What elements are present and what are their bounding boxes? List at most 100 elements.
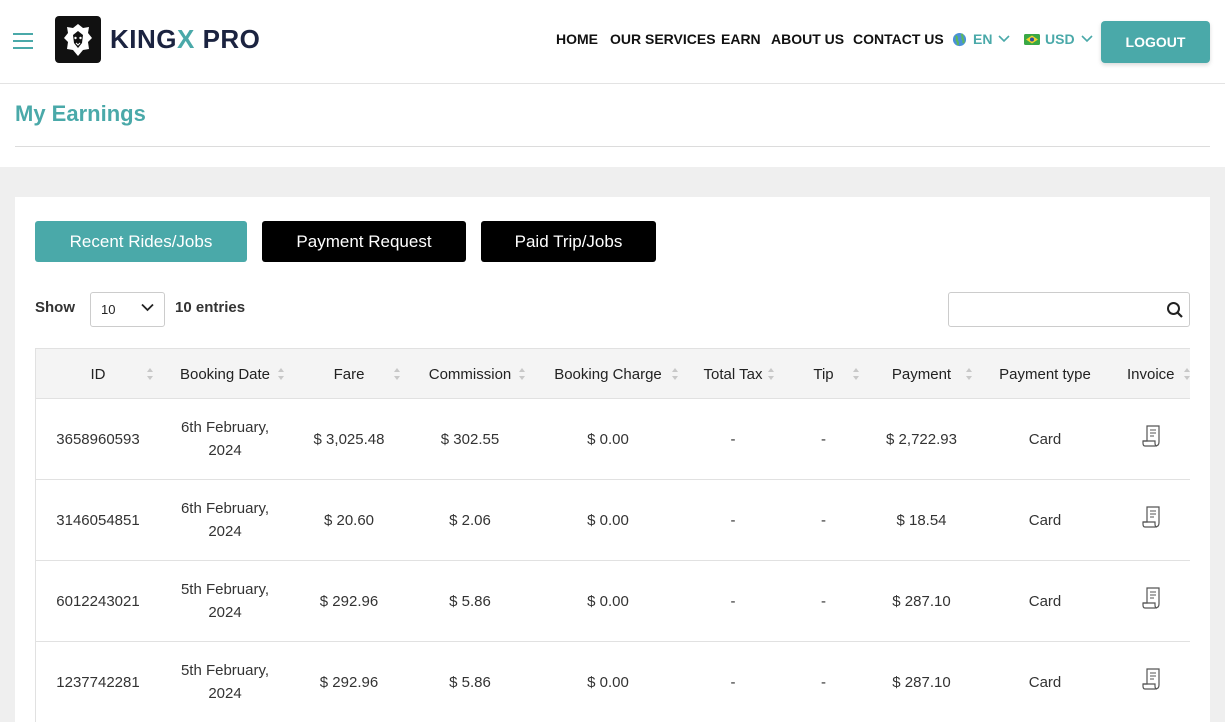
logout-button[interactable]: LOGOUT (1101, 21, 1210, 63)
column-header-label: Fare (333, 365, 365, 383)
table-row: 1237742281 5th February, 2024 $ 292.96 $… (35, 642, 1190, 722)
cell-booking-charge: $ 0.00 (587, 430, 629, 448)
cell-booking-charge: $ 0.00 (587, 673, 629, 691)
entries-select-value: 10 (101, 302, 116, 317)
entries-label: 10 entries (175, 299, 246, 316)
nav-contact-us[interactable]: CONTACT US (853, 31, 944, 47)
sort-icon (853, 368, 859, 380)
sort-icon (394, 368, 400, 380)
column-header-label: Tip (813, 365, 834, 383)
column-header-payment[interactable]: Payment (865, 349, 978, 399)
language-selector[interactable]: EN (952, 31, 1011, 47)
cell-payment: $ 2,722.93 (886, 430, 957, 448)
currency-selector[interactable]: USD (1024, 31, 1093, 47)
top-header: KINGX PRO HOME OUR SERVICES EARN ABOUT U… (0, 0, 1225, 84)
cell-tip: - (821, 430, 826, 448)
column-header-payment-type[interactable]: Payment type (978, 349, 1112, 399)
sort-icon (1184, 368, 1190, 380)
sort-icon (147, 368, 153, 380)
column-header-booking-charge[interactable]: Booking Charge (532, 349, 684, 399)
cell-invoice (1112, 642, 1191, 722)
search-input[interactable] (948, 292, 1190, 327)
invoice-icon[interactable] (1141, 668, 1162, 690)
booking-date-line1: 6th February, (180, 419, 270, 436)
booking-date-line1: 6th February, (180, 500, 270, 517)
cell-booking-date: 5th February, 2024 (160, 642, 290, 722)
table-row: 3658960593 6th February, 2024 $ 3,025.48… (35, 399, 1190, 480)
cell-id: 3658960593 (56, 430, 140, 448)
search-icon[interactable] (1166, 301, 1184, 319)
cell-id: 1237742281 (56, 673, 140, 691)
chevron-down-icon (1080, 35, 1093, 43)
column-header-label: Booking Date (179, 365, 271, 383)
table-row: 6012243021 5th February, 2024 $ 292.96 $… (35, 561, 1190, 642)
cell-commission: $ 302.55 (440, 430, 500, 448)
chevron-down-icon (998, 35, 1011, 43)
main-nav: HOME OUR SERVICES EARN ABOUT US CONTACT … (0, 31, 1225, 51)
column-header-label: Payment (891, 365, 952, 383)
booking-date-line1: 5th February, (180, 581, 270, 598)
nav-about-us[interactable]: ABOUT US (771, 31, 844, 47)
cell-tip: - (821, 673, 826, 691)
booking-date-line2: 2024 (208, 442, 242, 459)
chevron-down-icon (141, 303, 154, 312)
invoice-icon[interactable] (1141, 506, 1162, 528)
cell-invoice (1112, 399, 1191, 479)
cell-booking-charge: $ 0.00 (587, 511, 629, 529)
divider (15, 146, 1210, 147)
cell-id: 6012243021 (56, 592, 140, 610)
sort-icon (278, 368, 284, 380)
cell-payment-type: Card (1028, 430, 1062, 448)
cell-fare: $ 292.96 (319, 673, 379, 691)
nav-home[interactable]: HOME (556, 31, 598, 47)
column-header-booking-date[interactable]: Booking Date (160, 349, 290, 399)
entries-select[interactable]: 10 (90, 292, 165, 327)
sort-icon (768, 368, 774, 380)
tab-paid-trip-jobs[interactable]: Paid Trip/Jobs (481, 221, 656, 262)
cell-commission: $ 5.86 (449, 592, 491, 610)
cell-payment-type: Card (1028, 511, 1062, 529)
cell-payment-type: Card (1028, 592, 1062, 610)
cell-invoice (1112, 480, 1191, 560)
column-header-label: Payment type (999, 365, 1091, 383)
cell-invoice (1112, 561, 1191, 641)
show-label: Show (35, 299, 75, 316)
cell-total-tax: - (730, 592, 736, 610)
sort-icon (966, 368, 972, 380)
booking-date-line1: 5th February, (180, 662, 270, 679)
globe-icon (952, 32, 967, 46)
column-header-label: Booking Charge (554, 365, 662, 383)
language-label: EN (973, 31, 993, 47)
column-header-label: Invoice (1127, 365, 1175, 383)
column-header-label: Total Tax (703, 365, 763, 383)
cell-fare: $ 20.60 (323, 511, 375, 529)
booking-date-line2: 2024 (208, 685, 242, 702)
cell-payment: $ 287.10 (892, 673, 951, 691)
tab-recent-rides-jobs[interactable]: Recent Rides/Jobs (35, 221, 247, 262)
invoice-icon[interactable] (1141, 425, 1162, 447)
booking-date-line2: 2024 (208, 604, 242, 621)
currency-label: USD (1045, 31, 1075, 47)
column-header-label: ID (90, 365, 106, 383)
cell-total-tax: - (730, 511, 736, 529)
cell-booking-charge: $ 0.00 (587, 592, 629, 610)
column-header-commission[interactable]: Commission (408, 349, 532, 399)
cell-fare: $ 292.96 (319, 592, 379, 610)
column-header-label: Commission (428, 365, 512, 383)
cell-payment: $ 18.54 (896, 511, 947, 529)
sort-icon (519, 368, 525, 380)
nav-our-services[interactable]: OUR SERVICES (610, 31, 716, 47)
invoice-icon[interactable] (1141, 587, 1162, 609)
cell-booking-date: 6th February, 2024 (160, 399, 290, 479)
cell-total-tax: - (730, 430, 736, 448)
column-header-fare[interactable]: Fare (290, 349, 408, 399)
nav-earn[interactable]: EARN (721, 31, 761, 47)
cell-booking-date: 6th February, 2024 (160, 480, 290, 560)
cell-fare: $ 3,025.48 (313, 430, 385, 448)
page-title: My Earnings (15, 101, 146, 126)
cell-payment: $ 287.10 (892, 592, 951, 610)
column-header-id[interactable]: ID (36, 349, 160, 399)
tab-payment-request[interactable]: Payment Request (262, 221, 466, 262)
cell-tip: - (821, 592, 826, 610)
cell-commission: $ 5.86 (449, 673, 491, 691)
